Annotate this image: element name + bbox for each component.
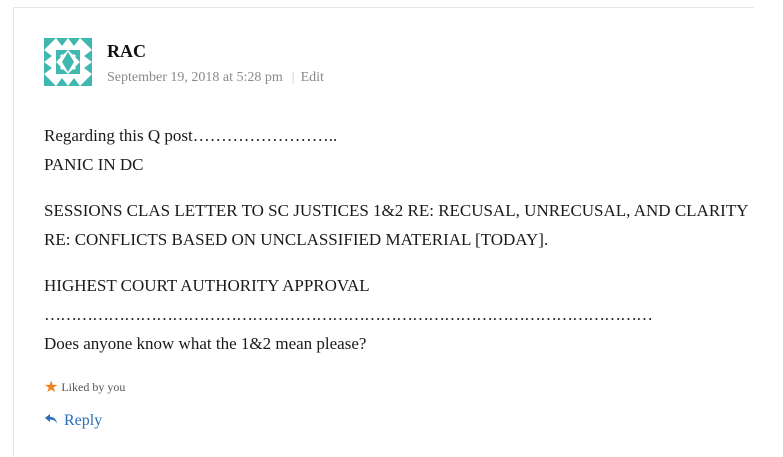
liked-text: Liked by you [61,380,126,394]
comment-paragraph: HIGHEST COURT AUTHORITY APPROVAL [44,276,370,295]
reply-label: Reply [64,412,103,429]
meta-separator: | [291,70,295,85]
like-status: ★ Liked by you [44,376,125,396]
comment-paragraph: RE: CONFLICTS BASED ON UNCLASSIFIED MATE… [44,230,549,249]
comment-author[interactable]: RAC [107,41,146,62]
star-icon: ★ [44,379,59,396]
avatar[interactable] [44,38,92,86]
reply-button[interactable]: Reply [44,412,102,430]
comment-paragraph: PANIC IN DC [44,155,144,174]
comment-meta: September 19, 2018 at 5:28 pm | Edit [107,70,324,86]
comment-divider: …………………………………………………………………………………………………… [44,305,653,324]
comment-date[interactable]: September 19, 2018 at 5:28 pm [107,70,283,85]
comment-paragraph: Regarding this Q post…………………….. [44,126,338,145]
reply-arrow-icon [45,414,57,424]
edit-link[interactable]: Edit [301,70,324,85]
comment-paragraph: SESSIONS CLAS LETTER TO SC JUSTICES 1&2 … [44,201,749,220]
comment-paragraph: Does anyone know what the 1&2 mean pleas… [44,334,367,353]
